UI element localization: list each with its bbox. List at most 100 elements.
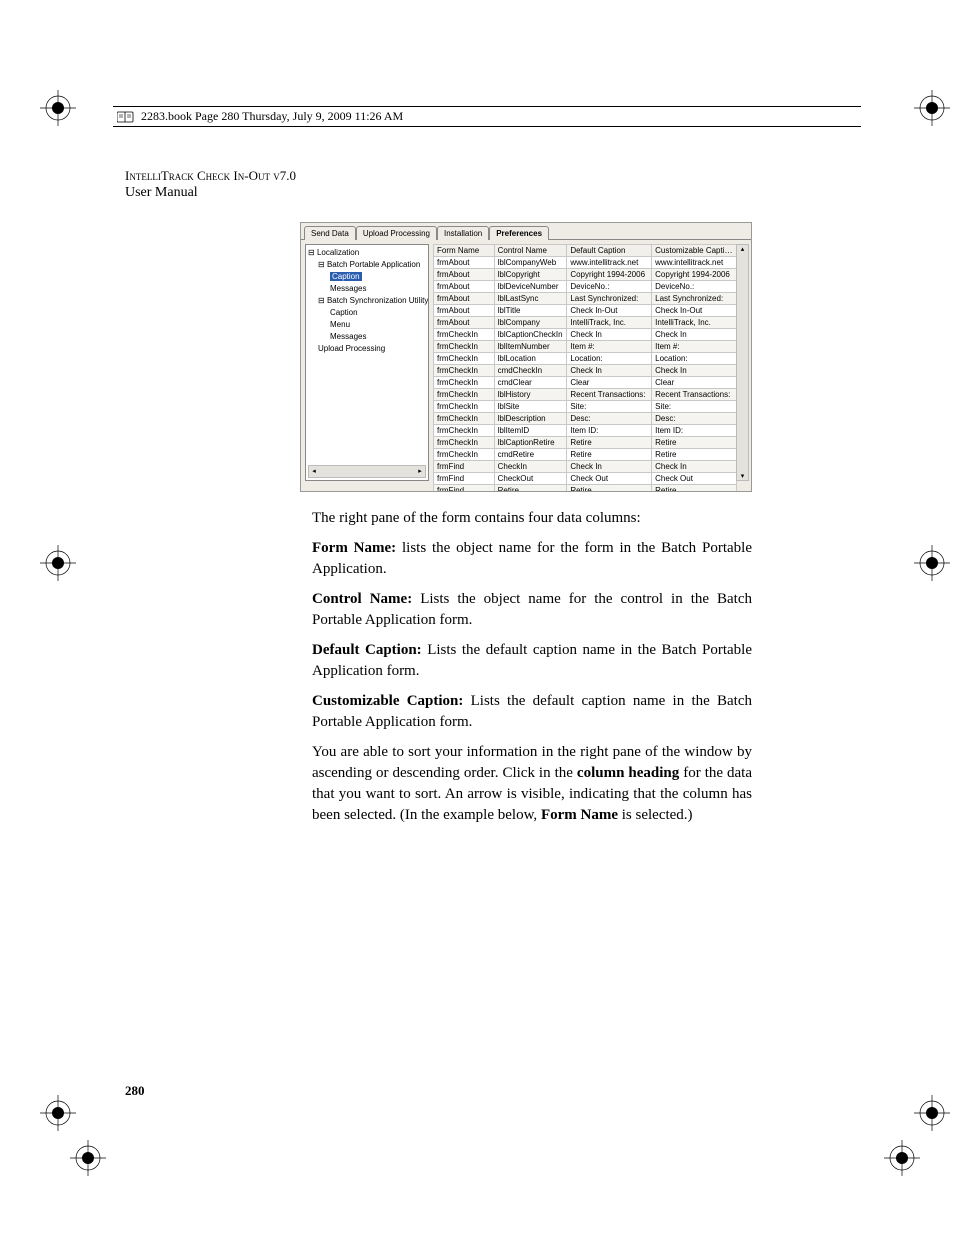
table-row[interactable]: frmCheckIncmdClearClearClear bbox=[434, 377, 737, 389]
table-cell[interactable]: IntelliTrack, Inc. bbox=[652, 317, 737, 329]
table-cell[interactable]: DeviceNo.: bbox=[652, 281, 737, 293]
tree-node-selected[interactable]: Caption bbox=[308, 271, 426, 283]
table-cell[interactable]: Check In bbox=[652, 365, 737, 377]
tab-installation[interactable]: Installation bbox=[437, 226, 489, 240]
table-cell[interactable]: lblDeviceNumber bbox=[494, 281, 567, 293]
table-cell[interactable]: cmdRetire bbox=[494, 449, 567, 461]
table-cell[interactable]: Clear bbox=[652, 377, 737, 389]
tree-pane[interactable]: ⊟ Localization ⊟ Batch Portable Applicat… bbox=[305, 244, 429, 481]
table-cell[interactable]: Desc: bbox=[567, 413, 652, 425]
table-cell[interactable]: Retire bbox=[652, 449, 737, 461]
table-cell[interactable]: Recent Transactions: bbox=[567, 389, 652, 401]
table-row[interactable]: frmAboutlblDeviceNumberDeviceNo.:DeviceN… bbox=[434, 281, 737, 293]
scroll-left-icon[interactable]: ◂ bbox=[309, 466, 319, 478]
table-cell[interactable]: Check In bbox=[567, 329, 652, 341]
table-row[interactable]: frmCheckIncmdCheckInCheck InCheck In bbox=[434, 365, 737, 377]
tree-node[interactable]: ⊟ Batch Synchronization Utility bbox=[308, 295, 426, 307]
table-cell[interactable]: lblItemID bbox=[494, 425, 567, 437]
table-cell[interactable]: lblTitle bbox=[494, 305, 567, 317]
table-cell[interactable]: frmCheckIn bbox=[434, 353, 495, 365]
table-cell[interactable]: Copyright 1994-2006 bbox=[652, 269, 737, 281]
table-cell[interactable]: cmdCheckIn bbox=[494, 365, 567, 377]
table-cell[interactable]: Site: bbox=[652, 401, 737, 413]
table-row[interactable]: frmAboutlblLastSyncLast Synchronized:Las… bbox=[434, 293, 737, 305]
table-row[interactable]: frmFindCheckInCheck InCheck In bbox=[434, 461, 737, 473]
tree-node[interactable]: ⊟ Batch Portable Application bbox=[308, 259, 426, 271]
table-cell[interactable]: lblSite bbox=[494, 401, 567, 413]
table-cell[interactable]: frmCheckIn bbox=[434, 341, 495, 353]
table-cell[interactable]: Site: bbox=[567, 401, 652, 413]
table-row[interactable]: frmAboutlblTitleCheck In-OutCheck In-Out bbox=[434, 305, 737, 317]
table-cell[interactable]: frmCheckIn bbox=[434, 413, 495, 425]
table-row[interactable]: frmCheckInlblDescriptionDesc:Desc: bbox=[434, 413, 737, 425]
table-cell[interactable]: frmAbout bbox=[434, 293, 495, 305]
table-cell[interactable]: Last Synchronized: bbox=[652, 293, 737, 305]
table-cell[interactable]: frmCheckIn bbox=[434, 389, 495, 401]
table-cell[interactable]: frmCheckIn bbox=[434, 437, 495, 449]
table-row[interactable]: frmAboutlblCopyrightCopyright 1994-2006C… bbox=[434, 269, 737, 281]
table-cell[interactable]: frmCheckIn bbox=[434, 365, 495, 377]
table-cell[interactable]: lblLastSync bbox=[494, 293, 567, 305]
table-cell[interactable]: Location: bbox=[652, 353, 737, 365]
tab-preferences[interactable]: Preferences bbox=[489, 226, 549, 240]
table-cell[interactable]: Retire bbox=[652, 437, 737, 449]
table-cell[interactable]: lblCompanyWeb bbox=[494, 257, 567, 269]
scroll-down-icon[interactable]: ▾ bbox=[741, 472, 745, 480]
scroll-right-icon[interactable]: ▸ bbox=[415, 466, 425, 478]
table-cell[interactable]: frmAbout bbox=[434, 281, 495, 293]
table-cell[interactable]: Retire bbox=[567, 449, 652, 461]
table-row[interactable]: frmCheckInlblCaptionCheckInCheck InCheck… bbox=[434, 329, 737, 341]
table-cell[interactable]: www.intellitrack.net bbox=[567, 257, 652, 269]
table-row[interactable]: frmCheckInlblItemIDItem ID:Item ID: bbox=[434, 425, 737, 437]
table-cell[interactable]: IntelliTrack, Inc. bbox=[567, 317, 652, 329]
table-cell[interactable]: lblLocation bbox=[494, 353, 567, 365]
table-cell[interactable]: frmCheckIn bbox=[434, 401, 495, 413]
table-cell[interactable]: frmFind bbox=[434, 473, 495, 485]
table-cell[interactable]: Item #: bbox=[567, 341, 652, 353]
table-cell[interactable]: Recent Transactions: bbox=[652, 389, 737, 401]
table-cell[interactable]: Clear bbox=[567, 377, 652, 389]
table-cell[interactable]: Check In bbox=[652, 329, 737, 341]
table-row[interactable]: frmCheckIncmdRetireRetireRetire bbox=[434, 449, 737, 461]
table-cell[interactable]: frmCheckIn bbox=[434, 377, 495, 389]
table-row[interactable]: frmCheckInlblSiteSite:Site: bbox=[434, 401, 737, 413]
table-cell[interactable]: Check Out bbox=[567, 473, 652, 485]
table-row[interactable]: frmCheckInlblLocationLocation:Location: bbox=[434, 353, 737, 365]
tree-node[interactable]: Messages bbox=[308, 283, 426, 295]
table-cell[interactable]: frmFind bbox=[434, 461, 495, 473]
table-cell[interactable]: Last Synchronized: bbox=[567, 293, 652, 305]
table-row[interactable]: frmFindRetireRetireRetire bbox=[434, 485, 737, 493]
table-cell[interactable]: Item ID: bbox=[652, 425, 737, 437]
tree-node[interactable]: Caption bbox=[308, 307, 426, 319]
table-cell[interactable]: frmAbout bbox=[434, 257, 495, 269]
column-header-default-caption[interactable]: Default Caption bbox=[567, 245, 652, 257]
horizontal-scrollbar[interactable]: ◂ ▸ bbox=[308, 465, 426, 478]
table-cell[interactable]: Location: bbox=[567, 353, 652, 365]
table-cell[interactable]: Retire bbox=[494, 485, 567, 493]
table-cell[interactable]: frmCheckIn bbox=[434, 425, 495, 437]
table-row[interactable]: frmCheckInlblCaptionRetireRetireRetire bbox=[434, 437, 737, 449]
table-cell[interactable]: Check In bbox=[567, 365, 652, 377]
table-cell[interactable]: Copyright 1994-2006 bbox=[567, 269, 652, 281]
table-cell[interactable]: lblCaptionCheckIn bbox=[494, 329, 567, 341]
table-cell[interactable]: frmFind bbox=[434, 485, 495, 493]
caption-grid[interactable]: Form Name Control Name Default Caption C… bbox=[433, 244, 737, 492]
scroll-up-icon[interactable]: ▴ bbox=[741, 245, 745, 253]
table-cell[interactable]: frmAbout bbox=[434, 317, 495, 329]
table-cell[interactable]: CheckIn bbox=[494, 461, 567, 473]
tree-node[interactable]: Messages bbox=[308, 331, 426, 343]
table-cell[interactable]: Retire bbox=[567, 485, 652, 493]
vertical-scrollbar[interactable]: ▴ ▾ bbox=[736, 244, 749, 481]
table-cell[interactable]: Check In-Out bbox=[652, 305, 737, 317]
tree-node[interactable]: Upload Processing bbox=[308, 343, 426, 355]
table-cell[interactable]: Check In bbox=[567, 461, 652, 473]
table-cell[interactable]: frmCheckIn bbox=[434, 449, 495, 461]
tree-node[interactable]: Menu bbox=[308, 319, 426, 331]
tree-node[interactable]: ⊟ Localization bbox=[308, 247, 426, 259]
table-row[interactable]: frmAboutlblCompanyIntelliTrack, Inc.Inte… bbox=[434, 317, 737, 329]
table-cell[interactable]: DeviceNo.: bbox=[567, 281, 652, 293]
table-cell[interactable]: frmAbout bbox=[434, 269, 495, 281]
table-cell[interactable]: Check In-Out bbox=[567, 305, 652, 317]
table-cell[interactable]: lblCopyright bbox=[494, 269, 567, 281]
table-cell[interactable]: frmCheckIn bbox=[434, 329, 495, 341]
